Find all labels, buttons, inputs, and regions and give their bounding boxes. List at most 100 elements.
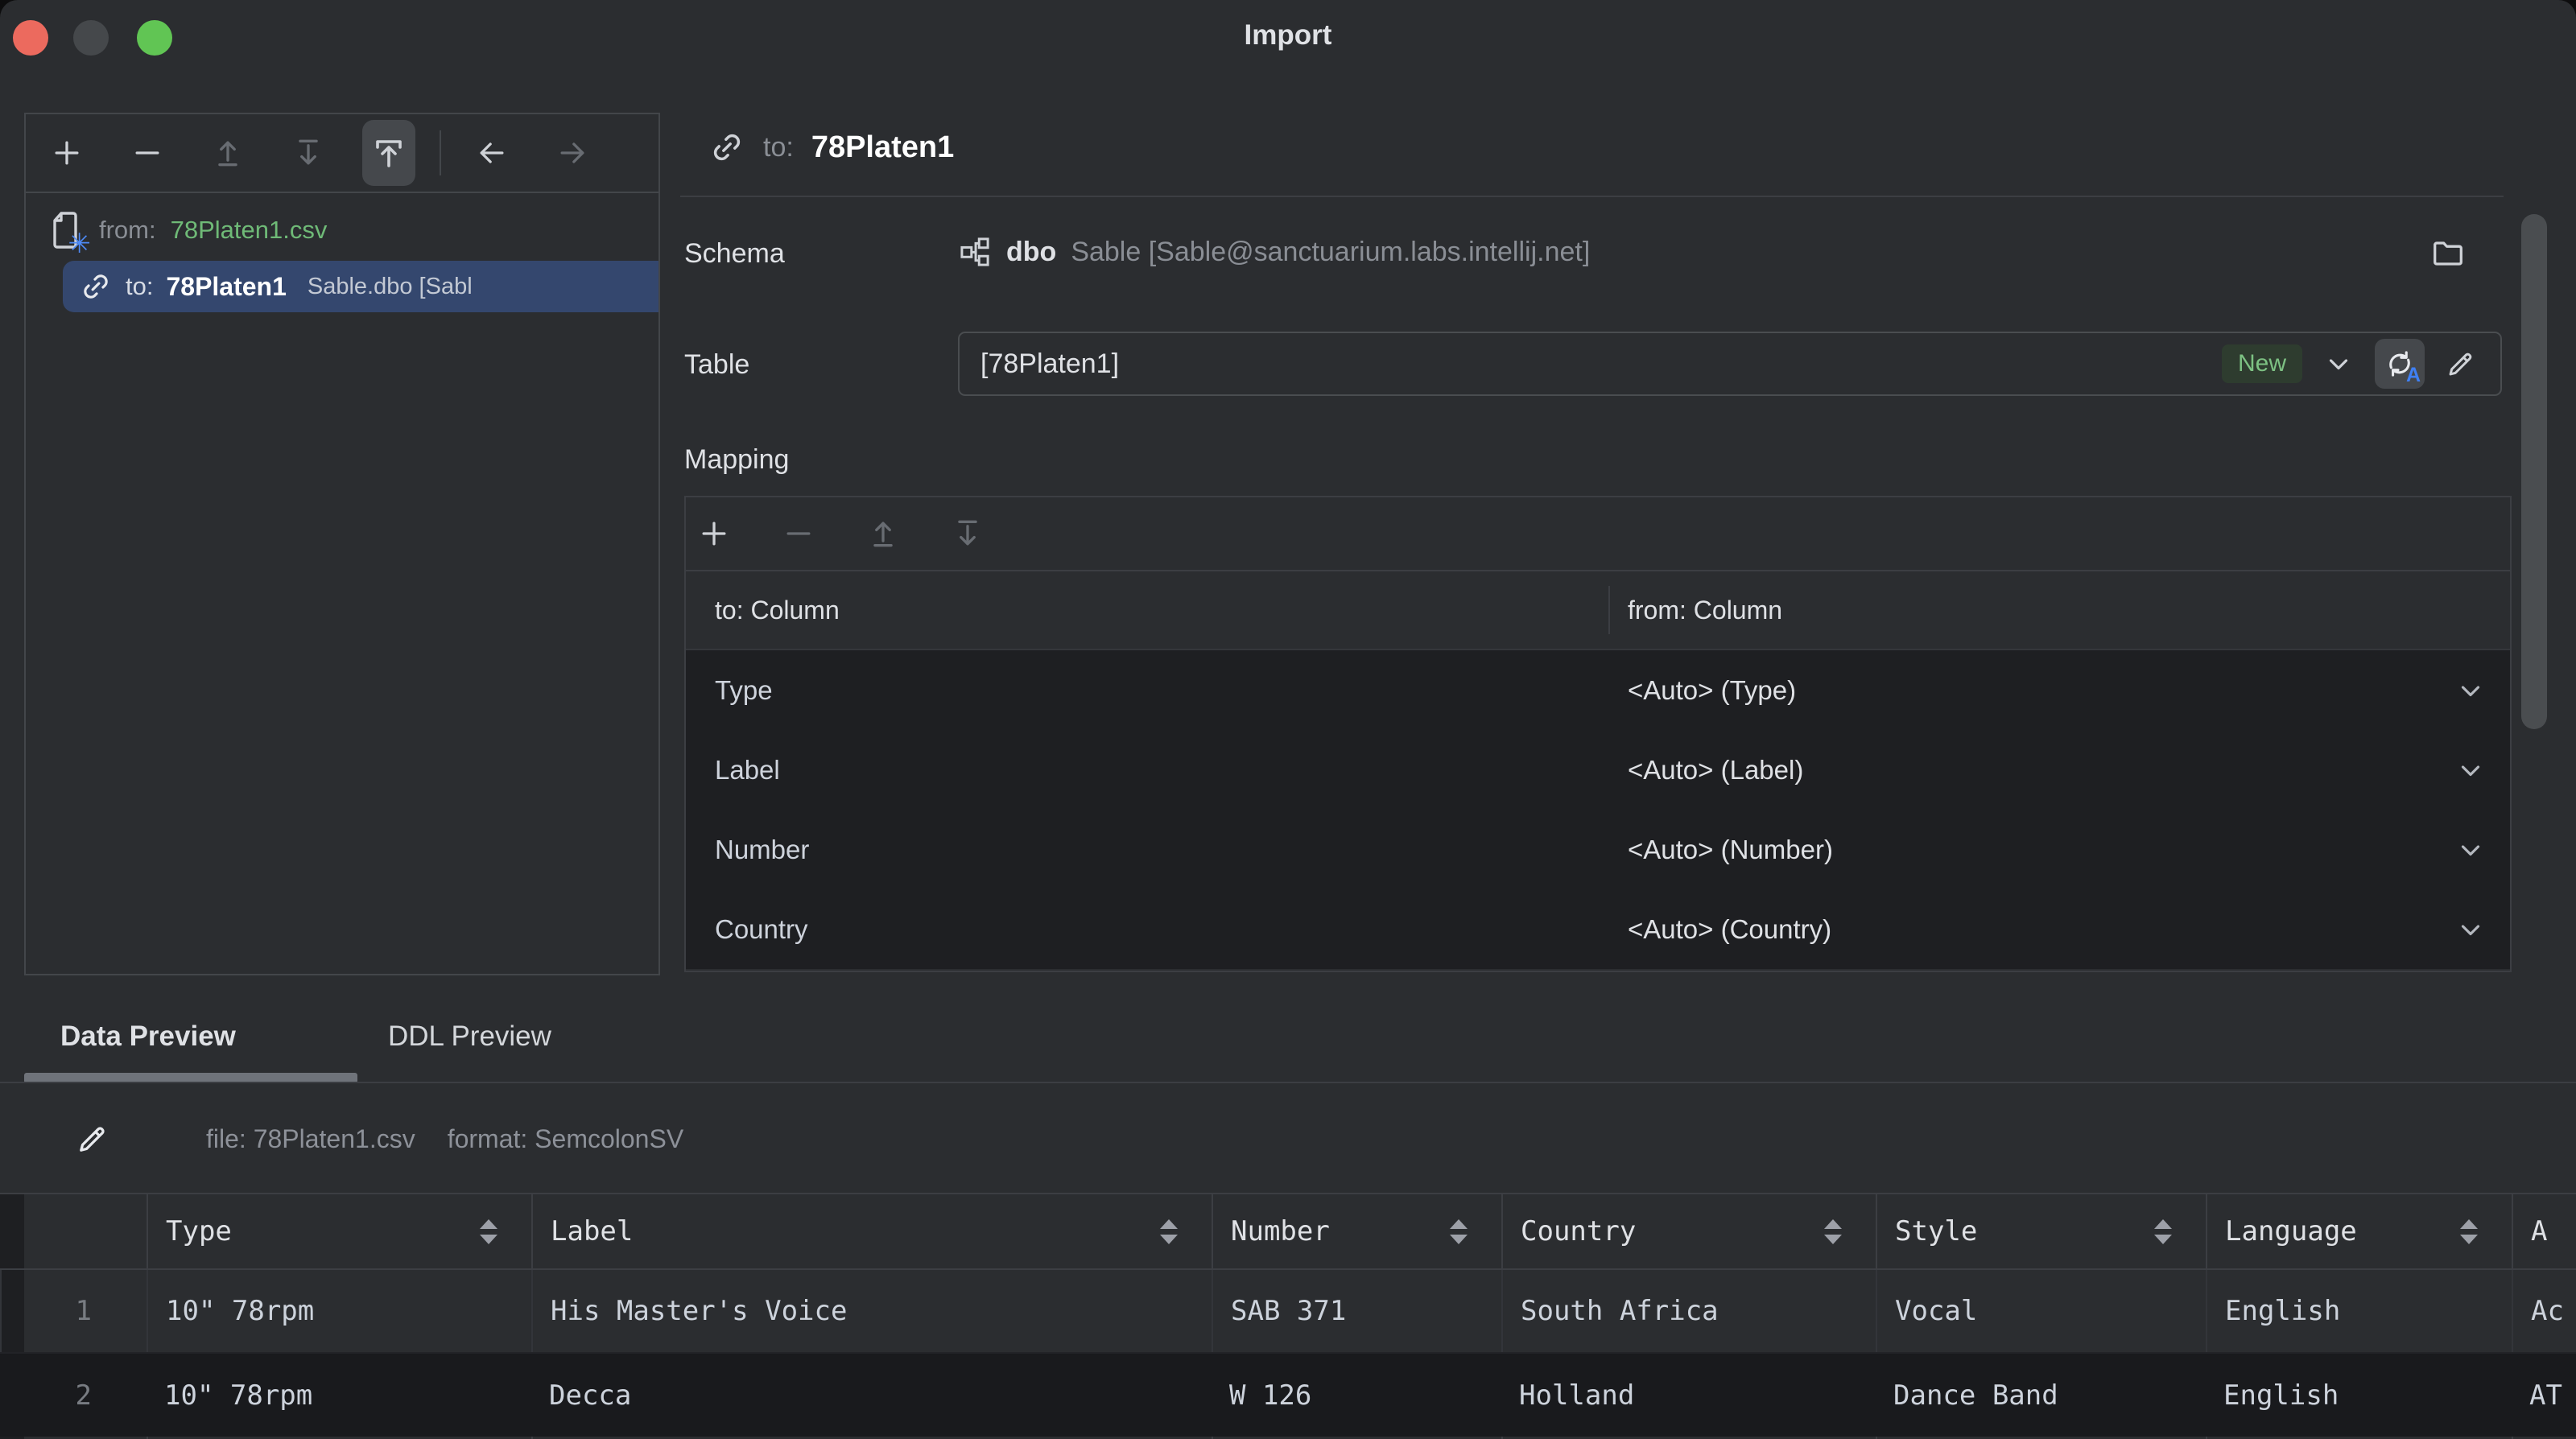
data-preview-table: Type Label Number Country Style Language… (0, 1193, 2576, 1439)
mapping-label: Mapping (684, 444, 790, 475)
new-asterisk-icon: ✳ (68, 229, 92, 259)
tree-from-prefix: from: (99, 216, 156, 244)
schema-detail: Sable [Sable@sanctuarium.labs.intellij.n… (1071, 236, 1591, 267)
folder-icon[interactable] (2429, 235, 2467, 272)
add-icon[interactable] (696, 515, 733, 552)
table-cell[interactable]: 10" 78rpm (147, 1354, 531, 1437)
mapping-toolbar (686, 497, 2510, 571)
sort-icon[interactable] (2460, 1218, 2478, 1244)
tree-to-detail: Sable.dbo [Sabl (307, 273, 473, 299)
mapping-to-column[interactable]: Label (686, 755, 1610, 785)
row-number[interactable]: 2 (0, 1354, 147, 1437)
table-cell[interactable]: His Master's Voice (531, 1270, 1212, 1352)
mapping-header-to: to: Column (686, 586, 1610, 634)
move-up-icon[interactable] (209, 134, 246, 171)
vertical-scrollbar[interactable] (2521, 214, 2547, 729)
mapping-to-column[interactable]: Country (686, 914, 1610, 945)
column-header[interactable]: Language (2206, 1194, 2512, 1268)
mapping-to-column[interactable]: Number (686, 835, 1610, 865)
chevron-down-icon[interactable] (2323, 348, 2354, 379)
tree-item-to-table[interactable]: to: 78Platen1 Sable.dbo [Sabl (63, 261, 658, 312)
table-cell[interactable]: W 126 (1212, 1354, 1501, 1437)
table-row: 2 10" 78rpm Decca W 126 Holland Dance Ba… (0, 1354, 2576, 1437)
header-separator (680, 196, 2504, 197)
column-header[interactable]: Type (147, 1194, 531, 1268)
remove-icon[interactable] (129, 134, 166, 171)
target-prefix: to: (763, 131, 794, 163)
sync-rename-icon[interactable]: A (2375, 339, 2425, 389)
table-cell[interactable]: Ac (2512, 1270, 2576, 1352)
table-name-input[interactable]: [78Platen1] New A (958, 332, 2502, 396)
window-title: Import (1244, 19, 1332, 51)
schema-value[interactable]: dbo Sable [Sable@sanctuarium.labs.intell… (958, 235, 1590, 269)
add-icon[interactable] (48, 134, 85, 171)
mapping-to-column[interactable]: Type (686, 675, 1610, 706)
tree-item-from-csv[interactable]: ✳ from: 78Platen1.csv (26, 204, 658, 259)
mapping-row: Number <Auto> (Number) (686, 810, 2510, 889)
preview-header-row: Type Label Number Country Style Language… (0, 1194, 2576, 1270)
remove-icon[interactable] (780, 515, 817, 552)
sort-icon[interactable] (1160, 1218, 1178, 1244)
pencil-icon[interactable] (2444, 347, 2478, 381)
file-format-text: format: SemcolonSV (447, 1124, 684, 1153)
column-header[interactable]: Number (1212, 1194, 1501, 1268)
link-icon (708, 129, 745, 166)
tree-to-prefix: to: (126, 272, 154, 300)
tree-to-name: 78Platen1 (166, 271, 287, 301)
table-label: Table (684, 349, 750, 380)
table-cell[interactable]: English (2206, 1354, 2512, 1437)
move-up-icon[interactable] (865, 515, 902, 552)
sort-icon[interactable] (1450, 1218, 1468, 1244)
sort-icon[interactable] (1824, 1218, 1842, 1244)
mapping-row: Country <Auto> (Country) (686, 889, 2510, 969)
mapping-rows: Type <Auto> (Type) Label <Auto> (Label) … (686, 650, 2510, 969)
row-number-header (0, 1194, 147, 1268)
table-cell[interactable]: AT (2512, 1354, 2576, 1437)
target-header: to: 78Platen1 (708, 129, 954, 166)
row-number[interactable]: 1 (0, 1270, 147, 1352)
mapping-from-select[interactable]: <Auto> (Number) (1610, 835, 2455, 865)
mapping-from-select[interactable]: <Auto> (Country) (1610, 914, 2455, 945)
table-cell[interactable]: Dance Band (1876, 1354, 2206, 1437)
mapping-header-from: from: Column (1628, 595, 1783, 625)
tab-data-preview[interactable]: Data Preview (60, 1020, 236, 1053)
column-header[interactable]: Style (1876, 1194, 2206, 1268)
table-cell[interactable]: South Africa (1501, 1270, 1876, 1352)
table-name-value: [78Platen1] (980, 348, 1120, 379)
column-header[interactable]: Country (1501, 1194, 1876, 1268)
chevron-down-icon[interactable] (2455, 675, 2486, 706)
table-cell[interactable]: SAB 371 (1212, 1270, 1501, 1352)
mapping-from-select[interactable]: <Auto> (Label) (1610, 755, 2455, 785)
tabs-separator (0, 1082, 2576, 1083)
chevron-down-icon[interactable] (2455, 755, 2486, 785)
table-cell[interactable]: Holland (1501, 1354, 1876, 1437)
table-cell[interactable]: Vocal (1876, 1270, 2206, 1352)
forward-icon[interactable] (554, 134, 591, 171)
tree-from-name: 78Platen1.csv (170, 216, 328, 244)
mapping-header: to: Column from: Column (686, 571, 2510, 650)
move-down-icon[interactable] (290, 134, 327, 171)
column-header[interactable]: Label (531, 1194, 1212, 1268)
table-cell[interactable]: English (2206, 1270, 2512, 1352)
import-tree: ✳ from: 78Platen1.csv to: 78Platen1 Sabl… (26, 193, 658, 312)
schema-label: Schema (684, 238, 785, 269)
schema-name: dbo (1006, 236, 1057, 267)
file-info-bar: file: 78Platen1.csv format: SemcolonSV (74, 1120, 683, 1157)
chevron-down-icon[interactable] (2455, 914, 2486, 945)
chevron-down-icon[interactable] (2455, 835, 2486, 865)
back-icon[interactable] (473, 134, 510, 171)
new-badge: New (2221, 344, 2302, 383)
toolbar-separator (440, 130, 441, 175)
move-down-icon[interactable] (949, 515, 986, 552)
table-cell[interactable]: Decca (531, 1354, 1212, 1437)
pencil-icon[interactable] (74, 1120, 111, 1157)
column-header[interactable]: A (2512, 1194, 2576, 1268)
tab-ddl-preview[interactable]: DDL Preview (388, 1020, 551, 1053)
mapping-row: Type <Auto> (Type) (686, 650, 2510, 730)
sort-icon[interactable] (480, 1218, 497, 1244)
link-icon (79, 270, 113, 303)
upload-icon[interactable] (362, 120, 415, 186)
table-cell[interactable]: 10" 78rpm (147, 1270, 531, 1352)
sort-icon[interactable] (2154, 1218, 2172, 1244)
mapping-from-select[interactable]: <Auto> (Type) (1610, 675, 2455, 706)
